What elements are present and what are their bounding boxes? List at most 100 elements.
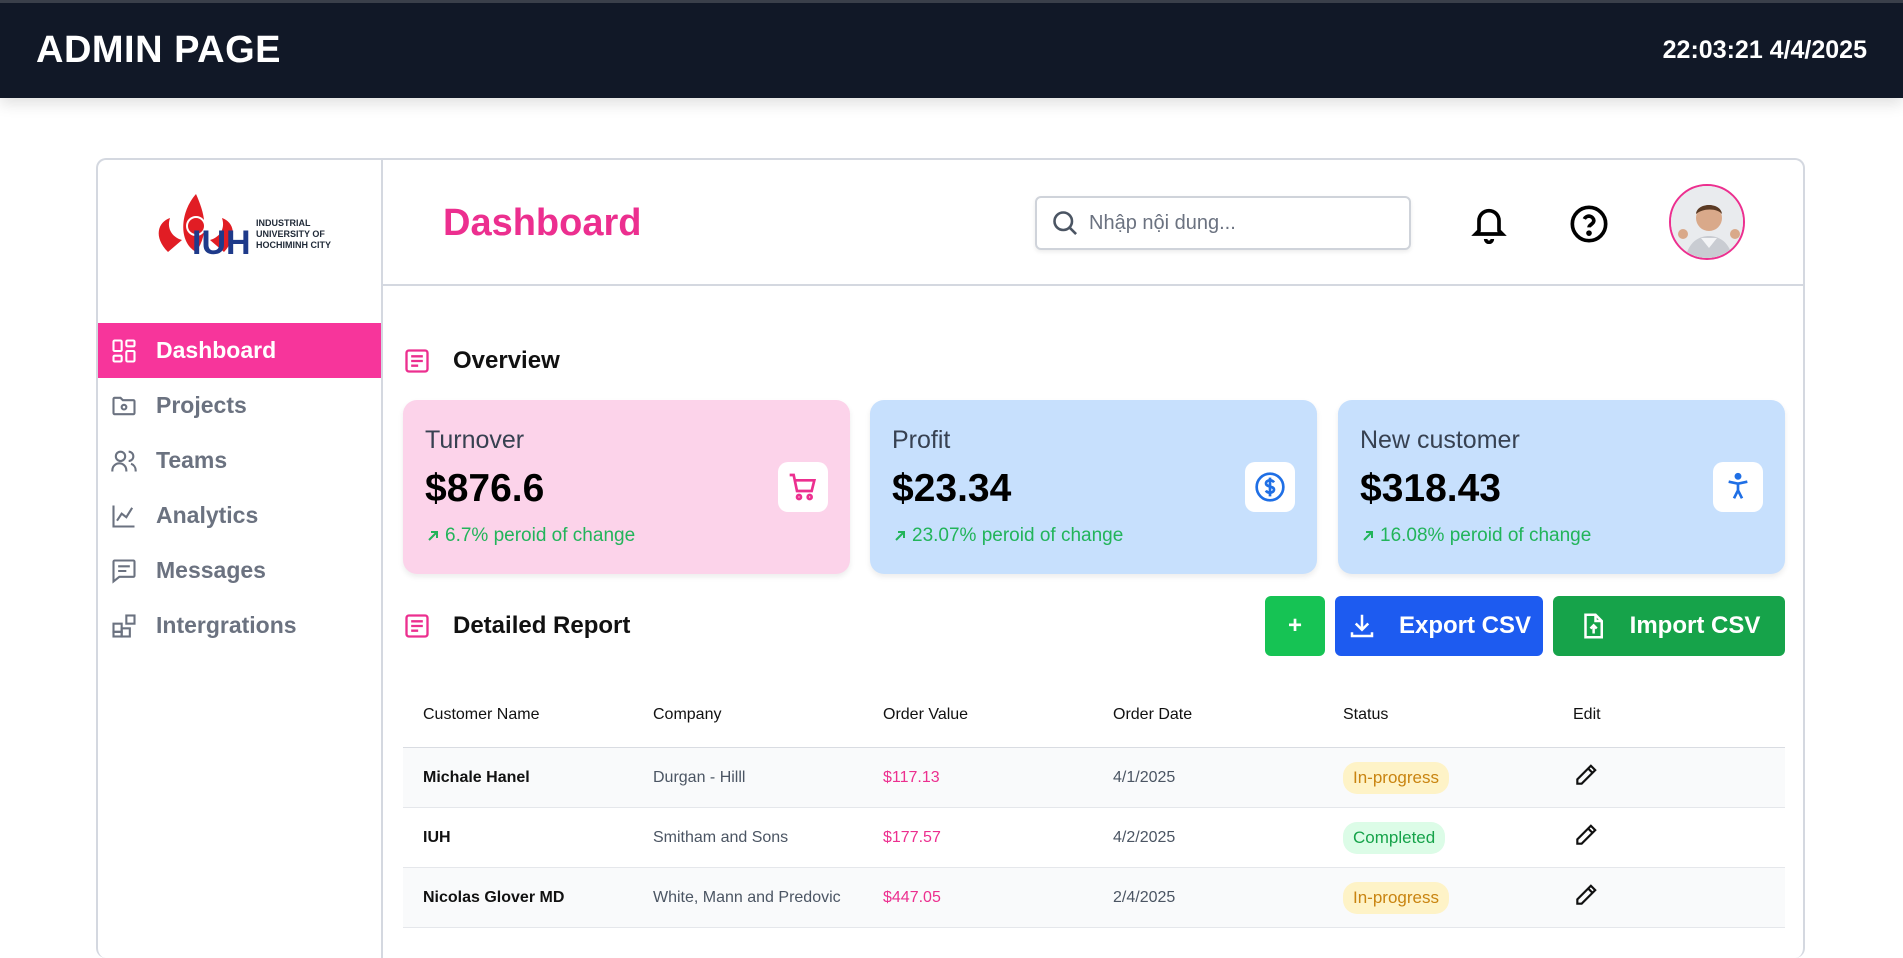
accessibility-icon xyxy=(1728,472,1748,499)
card-title: Profit xyxy=(892,426,951,454)
help-icon[interactable] xyxy=(1569,204,1609,244)
column-header[interactable]: Edit xyxy=(1553,706,1783,724)
app-frame: IUH INDUSTRIAL UNIVERSITY OF HOCHIMINH C… xyxy=(96,158,1805,958)
message-icon xyxy=(110,557,138,585)
file-upload-icon xyxy=(1583,613,1603,639)
edit-cell xyxy=(1553,882,1783,913)
profit-card: Profit $23.34 23.07% peroid of change xyxy=(870,400,1317,574)
table-row[interactable]: IUH Smitham and Sons $177.57 4/2/2025 Co… xyxy=(403,808,1785,868)
report-table: Customer Name Company Order Value Order … xyxy=(403,682,1785,928)
edit-cell xyxy=(1553,762,1783,793)
users-icon xyxy=(110,447,138,475)
search-input[interactable] xyxy=(1089,211,1389,235)
sidebar-item-label: Analytics xyxy=(156,502,259,528)
card-change: 6.7% peroid of change xyxy=(425,525,828,547)
export-csv-label: Export CSV xyxy=(1398,612,1532,639)
card-title: New customer xyxy=(1360,426,1520,454)
sidebar-item-dashboard[interactable]: Dashboard xyxy=(98,323,381,378)
column-header[interactable]: Order Value xyxy=(863,706,1093,724)
turnover-card: Turnover $876.6 6.7% peroid of change xyxy=(403,400,850,574)
card-change-text: 6.7% peroid of change xyxy=(445,525,636,546)
export-csv-button[interactable]: Export CSV xyxy=(1335,596,1543,656)
add-button[interactable]: + xyxy=(1265,596,1325,656)
arrow-up-right-icon xyxy=(895,531,905,541)
company: White, Mann and Predovic xyxy=(653,888,841,906)
sidebar-item-teams[interactable]: Teams xyxy=(98,433,381,488)
logo-line-1: INDUSTRIAL xyxy=(256,218,311,228)
table-row[interactable]: Nicolas Glover MD White, Mann and Predov… xyxy=(403,868,1785,928)
order-value: $177.57 xyxy=(883,828,941,846)
order-value: $447.05 xyxy=(883,888,941,906)
search-icon xyxy=(1053,211,1077,235)
sidebar-item-projects[interactable]: Projects xyxy=(98,378,381,433)
page-header: Dashboard xyxy=(383,160,1803,286)
customer-name: Nicolas Glover MD xyxy=(423,888,565,906)
bell-icon[interactable] xyxy=(1469,204,1509,244)
column-header[interactable]: Status xyxy=(1323,706,1553,724)
clock: 22:03:21 4/4/2025 xyxy=(1662,36,1867,64)
accessibility-button[interactable] xyxy=(1713,462,1763,512)
status-badge: Completed xyxy=(1343,821,1446,854)
order-date: 4/1/2025 xyxy=(1113,768,1176,786)
sidebar-nav: Dashboard Projects Teams Analytics Messa… xyxy=(98,323,381,653)
sidebar-item-label: Intergrations xyxy=(156,612,297,638)
cart-icon xyxy=(789,473,817,501)
university-logo[interactable]: IUH INDUSTRIAL UNIVERSITY OF HOCHIMINH C… xyxy=(148,182,338,262)
column-header[interactable]: Company xyxy=(633,706,863,724)
download-icon xyxy=(1350,614,1374,638)
app-title: ADMIN PAGE xyxy=(36,29,281,71)
status-badge: In-progress xyxy=(1343,881,1449,914)
avatar[interactable] xyxy=(1669,184,1745,260)
company: Durgan - Hilll xyxy=(653,768,746,786)
grid-icon xyxy=(110,337,138,365)
column-header[interactable]: Customer Name xyxy=(403,706,633,724)
cart-button[interactable] xyxy=(778,462,828,512)
status-cell: In-progress xyxy=(1323,761,1553,794)
sidebar-item-label: Messages xyxy=(156,557,266,583)
customer-name: Michale Hanel xyxy=(423,768,530,786)
card-value: $23.34 xyxy=(892,467,1012,510)
pencil-icon[interactable] xyxy=(1573,882,1599,908)
card-change: 16.08% peroid of change xyxy=(1360,525,1763,547)
folder-icon xyxy=(110,392,138,420)
arrow-up-right-icon xyxy=(1363,531,1373,541)
card-value: $876.6 xyxy=(425,467,545,510)
arrow-up-right-icon xyxy=(428,531,438,541)
report-label: Detailed Report xyxy=(453,612,631,639)
sidebar-item-messages[interactable]: Messages xyxy=(98,543,381,598)
sidebar-item-integrations[interactable]: Intergrations xyxy=(98,598,381,653)
status-badge: In-progress xyxy=(1343,761,1449,794)
card-change-text: 16.08% peroid of change xyxy=(1380,525,1592,546)
sidebar-item-label: Teams xyxy=(156,447,228,473)
table-row[interactable]: Michale Hanel Durgan - Hilll $117.13 4/1… xyxy=(403,748,1785,808)
page-title: Dashboard xyxy=(443,202,642,244)
logo-line-3: HOCHIMINH CITY xyxy=(256,240,331,250)
import-csv-button[interactable]: Import CSV xyxy=(1553,596,1785,656)
column-header[interactable]: Order Date xyxy=(1093,706,1323,724)
new-customer-card: New customer $318.43 16.08% peroid of ch… xyxy=(1338,400,1785,574)
order-date: 2/4/2025 xyxy=(1113,888,1176,906)
report-heading: Detailed Report xyxy=(403,612,630,640)
chart-line-icon xyxy=(110,502,138,530)
logo-line-2: UNIVERSITY OF xyxy=(256,229,325,239)
card-change-text: 23.07% peroid of change xyxy=(912,525,1124,546)
add-button-label: + xyxy=(1287,612,1302,639)
overview-label: Overview xyxy=(453,347,560,374)
pencil-icon[interactable] xyxy=(1573,762,1599,788)
order-value: $117.13 xyxy=(883,768,940,786)
import-csv-label: Import CSV xyxy=(1629,612,1761,639)
pencil-icon[interactable] xyxy=(1573,822,1599,848)
status-cell: In-progress xyxy=(1323,881,1553,914)
company: Smitham and Sons xyxy=(653,828,789,846)
dollar-circle-icon xyxy=(1255,472,1285,502)
edit-cell xyxy=(1553,822,1783,853)
sidebar-item-label: Projects xyxy=(156,392,247,418)
main-content: Dashboard Nhập nội dung... Overview Turn… xyxy=(383,160,1803,958)
customer-name: IUH xyxy=(423,828,451,846)
search-box[interactable] xyxy=(1035,196,1411,250)
card-title: Turnover xyxy=(425,426,525,454)
sidebar-item-analytics[interactable]: Analytics xyxy=(98,488,381,543)
sidebar-item-label: Dashboard xyxy=(156,337,277,363)
sidebar: IUH INDUSTRIAL UNIVERSITY OF HOCHIMINH C… xyxy=(98,160,383,958)
dollar-button[interactable] xyxy=(1245,462,1295,512)
